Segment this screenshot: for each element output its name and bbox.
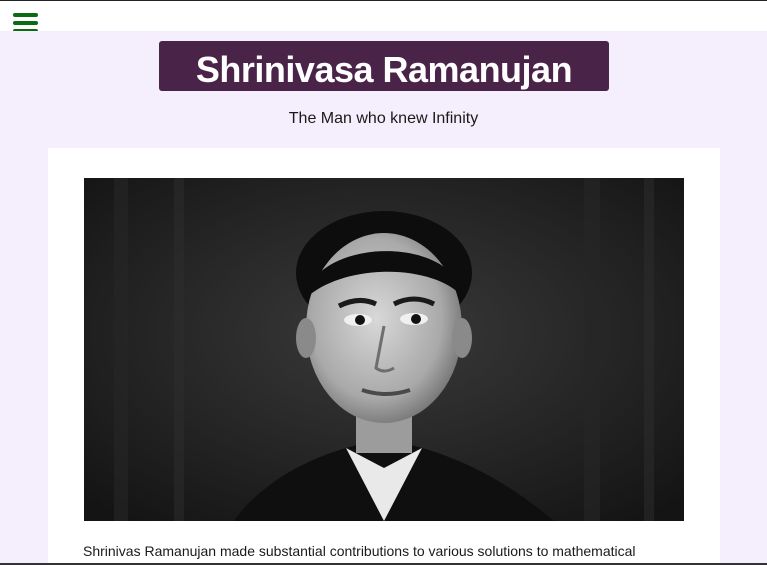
page-body: Shrinivasa Ramanujan The Man who knew In… (0, 31, 767, 563)
content-card: Shrinivas Ramanujan made substantial con… (48, 148, 720, 563)
title-banner: Shrinivasa Ramanujan (159, 41, 609, 91)
page-title: Shrinivasa Ramanujan (195, 49, 573, 90)
app-frame: Shrinivasa Ramanujan The Man who knew In… (0, 0, 767, 565)
portrait-image (84, 178, 684, 521)
bio-paragraph: Shrinivas Ramanujan made substantial con… (83, 543, 636, 559)
page-subtitle: The Man who knew Infinity (288, 110, 479, 127)
portrait-illustration (84, 178, 684, 521)
top-bar (0, 1, 767, 33)
